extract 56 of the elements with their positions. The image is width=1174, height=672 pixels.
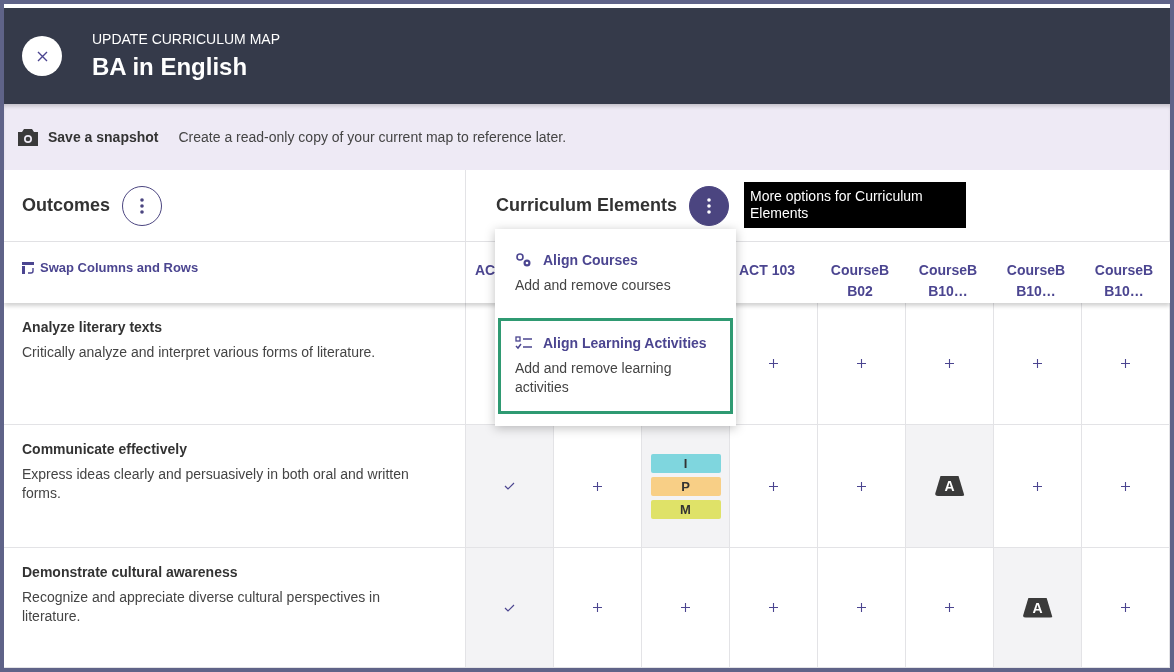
close-icon [36, 50, 48, 62]
page-title: BA in English [92, 53, 249, 81]
add-icon[interactable] [945, 359, 954, 368]
add-icon[interactable] [1121, 359, 1130, 368]
outcome-title: Demonstrate cultural awareness [22, 564, 239, 580]
level-tag: P [650, 476, 721, 496]
column-header[interactable]: AC [475, 260, 496, 281]
menu-item-title: Align Courses [515, 252, 716, 268]
column-header[interactable]: CourseB B10… [915, 260, 981, 302]
menu-item-description: Add and remove learning activities [515, 359, 673, 397]
check-icon [504, 603, 515, 612]
menu-item-description: Add and remove courses [515, 276, 672, 295]
level-badge: A [934, 476, 965, 496]
add-icon[interactable] [857, 603, 866, 612]
more-icon [140, 197, 145, 214]
menu-item-title: Align Learning Activities [515, 335, 716, 351]
outcome-description: Recognize and appreciate diverse cultural perspectives in literature. [22, 588, 381, 626]
curriculum-elements-title: Curriculum Elements [496, 195, 678, 216]
page-subtitle: UPDATE CURRICULUM MAP [92, 31, 280, 47]
add-icon[interactable] [1033, 359, 1042, 368]
outcomes-title: Outcomes [22, 195, 111, 216]
add-icon[interactable] [1121, 603, 1130, 612]
add-icon[interactable] [593, 481, 602, 491]
column-header[interactable]: CourseB B02 [827, 260, 893, 302]
add-icon[interactable] [593, 603, 602, 612]
add-icon[interactable] [857, 481, 866, 491]
add-icon[interactable] [681, 603, 690, 612]
snapshot-description: Create a read-only copy of your current map to reference later. [178, 129, 567, 145]
camera-icon [18, 128, 38, 146]
column-header[interactable]: CourseB B10… [1091, 260, 1157, 302]
add-icon[interactable] [769, 603, 778, 612]
outcome-title: Analyze literary texts [22, 319, 164, 335]
add-icon[interactable] [857, 359, 866, 368]
close-button[interactable] [22, 36, 62, 76]
level-tag: M [650, 499, 721, 519]
checklist-icon [515, 336, 533, 350]
outcome-title: Communicate effectively [22, 441, 188, 457]
menu-item[interactable]: Align Courses Add and remove courses [498, 235, 733, 312]
add-icon[interactable] [769, 359, 778, 368]
add-icon[interactable] [945, 603, 954, 612]
outcome-description: Express ideas clearly and persuasively in both oral and written forms. [22, 465, 410, 503]
more-icon [707, 197, 712, 214]
menu-item[interactable]: Align Learning Activities Add and remove learning activities [498, 318, 733, 414]
swap-icon [22, 261, 34, 274]
add-icon[interactable] [1121, 481, 1130, 491]
tooltip: More options for Curriculum Elements [744, 182, 966, 228]
save-snapshot-button[interactable]: Save a snapshot [18, 128, 159, 146]
outcome-description: Critically analyze and interpret various forms of literature. [22, 343, 377, 362]
column-header[interactable]: CourseB B10… [1003, 260, 1069, 302]
column-header[interactable]: ACT 103 [739, 260, 796, 281]
level-tag: I [650, 453, 721, 473]
level-badge: A [1022, 597, 1053, 618]
add-icon[interactable] [1033, 481, 1042, 491]
check-icon [504, 482, 515, 490]
add-icon[interactable] [769, 481, 778, 491]
swap-columns-link[interactable]: Swap Columns and Rows [22, 260, 199, 275]
